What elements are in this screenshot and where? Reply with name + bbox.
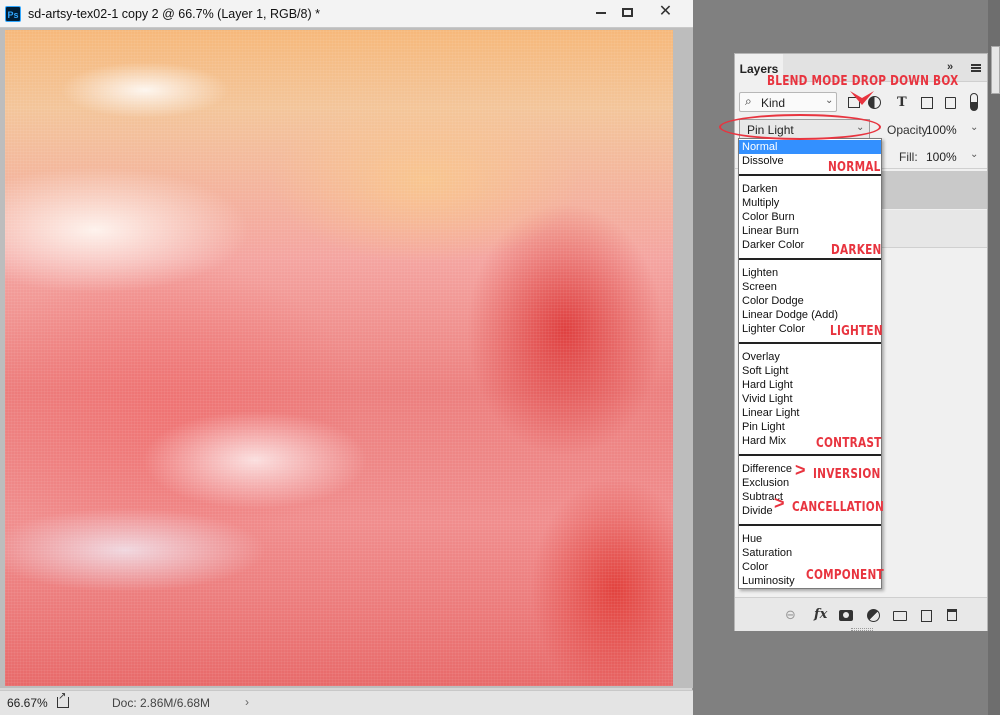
chevron-down-icon[interactable]: ⌄ — [970, 122, 978, 133]
dropdown-separator — [739, 258, 881, 260]
blend-mode-option[interactable]: Screen — [739, 280, 881, 294]
photoshop-logo-icon: Ps — [5, 6, 21, 22]
blend-mode-option[interactable]: Vivid Light — [739, 392, 881, 406]
annotation-arrow-icon: > — [774, 493, 785, 513]
panel-resize-grip[interactable] — [851, 628, 873, 631]
kind-filter-label: Kind — [761, 96, 786, 110]
annotation-pointer-icon — [850, 91, 874, 105]
layers-panel-footer: ⊖ fx — [735, 597, 987, 631]
blend-mode-option[interactable]: Color Dodge — [739, 294, 881, 308]
annotation-darken: DARKEN — [831, 242, 882, 258]
annotation-ellipse — [719, 114, 881, 140]
smart-object-filter-icon[interactable] — [945, 97, 956, 109]
annotation-title: BLEND MODE DROP DOWN BOX — [767, 73, 959, 89]
blend-mode-dropdown-list: Normal Dissolve Darken Multiply Color Burn Li… — [738, 138, 882, 589]
blend-mode-option[interactable]: Linear Dodge (Add) — [739, 308, 881, 322]
document-size-info: Doc: 2.86M/6.68M — [112, 696, 211, 710]
blend-mode-option[interactable]: Linear Light — [739, 406, 881, 420]
export-icon[interactable] — [57, 691, 69, 708]
annotation-contrast: CONTRAST — [816, 435, 882, 451]
chevron-down-icon: ⌄ — [825, 95, 834, 106]
canvas-image[interactable] — [5, 30, 673, 686]
layer-mask-icon[interactable] — [839, 610, 853, 621]
layer-row[interactable] — [881, 210, 987, 248]
zoom-level-field[interactable]: 66.67% — [7, 696, 48, 710]
chevron-down-icon[interactable]: ⌄ — [970, 149, 978, 160]
annotation-cancellation: CANCELLATION — [792, 499, 885, 515]
maximize-button[interactable] — [610, 0, 645, 26]
annotation-arrow-icon: > — [795, 460, 806, 480]
layer-row-selected[interactable] — [881, 171, 987, 209]
blend-mode-option[interactable]: Saturation — [739, 546, 881, 560]
maximize-icon — [622, 8, 633, 18]
collapse-panel-icon[interactable]: » — [947, 61, 953, 73]
trash-icon[interactable] — [947, 609, 957, 621]
blend-mode-option[interactable]: Color Burn — [739, 210, 881, 224]
kind-filter-select[interactable]: ⌕ Kind ⌄ — [739, 92, 837, 112]
panel-dock-strip — [988, 0, 1000, 715]
blend-mode-option[interactable]: Linear Burn — [739, 224, 881, 238]
dropdown-separator — [739, 524, 881, 526]
annotation-inversion: INVERSION — [813, 466, 881, 482]
annotation-lighten: LIGHTEN — [830, 323, 883, 339]
status-menu-arrow-icon[interactable]: › — [245, 695, 249, 709]
dropdown-separator — [739, 342, 881, 344]
opacity-label: Opacity: — [887, 123, 932, 137]
annotation-normal: NORMAL — [828, 159, 881, 175]
document-window: Ps sd-artsy-tex02-1 copy 2 @ 66.7% (Laye… — [0, 0, 693, 715]
filter-toggle-switch[interactable] — [970, 93, 978, 111]
annotation-component: COMPONENT — [806, 567, 884, 583]
blend-mode-option[interactable]: Lighten — [739, 266, 881, 280]
fx-icon[interactable]: fx — [814, 607, 827, 622]
blend-mode-option[interactable]: Hard Light — [739, 378, 881, 392]
collapsed-panel-tab[interactable] — [991, 46, 1000, 94]
document-title-bar[interactable]: Ps sd-artsy-tex02-1 copy 2 @ 66.7% (Laye… — [0, 0, 693, 28]
shape-filter-icon[interactable] — [921, 97, 933, 109]
document-title: sd-artsy-tex02-1 copy 2 @ 66.7% (Layer 1… — [28, 7, 320, 21]
blend-mode-option[interactable]: Hue — [739, 532, 881, 546]
canvas-area[interactable] — [0, 28, 693, 688]
blend-mode-option[interactable]: Multiply — [739, 196, 881, 210]
fill-label: Fill: — [899, 150, 918, 164]
panel-menu-icon[interactable] — [971, 64, 981, 72]
new-layer-icon[interactable] — [921, 610, 932, 622]
blend-mode-option[interactable]: Normal — [739, 140, 881, 154]
blend-mode-option[interactable]: Overlay — [739, 350, 881, 364]
minimize-icon — [595, 11, 606, 14]
group-icon[interactable] — [893, 611, 907, 621]
opacity-input[interactable]: 100% — [926, 123, 957, 137]
close-icon: ✕ — [658, 3, 673, 20]
fill-input[interactable]: 100% — [926, 150, 957, 164]
link-layers-icon[interactable]: ⊖ — [785, 607, 796, 623]
status-bar: 66.67% Doc: 2.86M/6.68M › — [0, 690, 693, 715]
search-icon: ⌕ — [745, 94, 752, 108]
adjustment-layer-icon[interactable] — [867, 609, 880, 622]
blend-mode-option[interactable]: Pin Light — [739, 420, 881, 434]
close-button[interactable]: ✕ — [648, 0, 683, 26]
blend-mode-option[interactable]: Soft Light — [739, 364, 881, 378]
type-filter-icon[interactable]: T — [897, 95, 907, 110]
blend-mode-option[interactable]: Darken — [739, 182, 881, 196]
dropdown-separator — [739, 454, 881, 456]
